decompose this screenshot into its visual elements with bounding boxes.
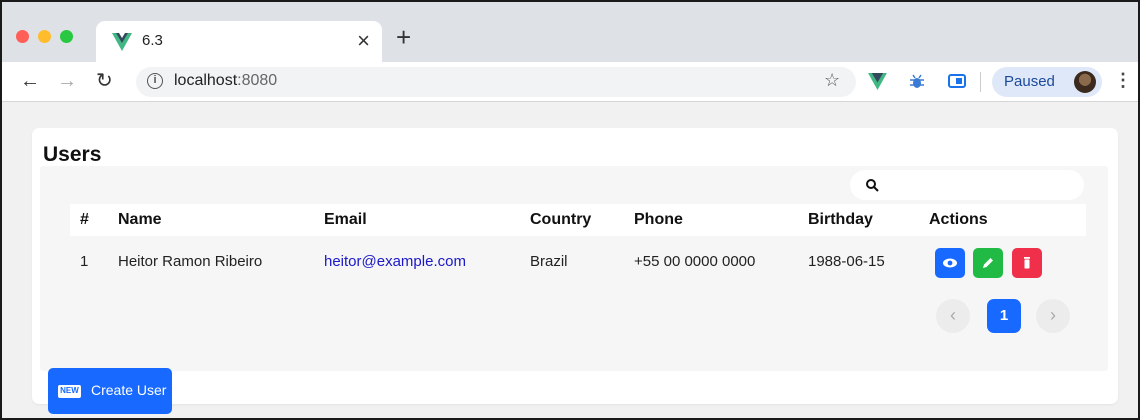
bookmark-star-icon[interactable]: ☆ bbox=[824, 70, 840, 91]
tab-close-icon[interactable]: × bbox=[357, 28, 370, 54]
user-email-link[interactable]: heitor@example.com bbox=[324, 253, 466, 270]
window-controls bbox=[16, 30, 73, 43]
new-tab-button[interactable]: + bbox=[396, 22, 411, 52]
address-bar[interactable]: i localhost:8080 bbox=[136, 67, 856, 97]
tab-title: 6.3 bbox=[142, 32, 163, 49]
table-row: 1 Heitor Ramon Ribeiro heitor@example.co… bbox=[70, 248, 1086, 282]
profile-status: Paused bbox=[1004, 73, 1055, 90]
column-header-email: Email bbox=[324, 211, 367, 228]
page-title: Users bbox=[43, 143, 102, 166]
user-birthday: 1988-06-15 bbox=[808, 253, 885, 270]
edit-user-button[interactable] bbox=[973, 248, 1003, 278]
toolbar-divider bbox=[980, 72, 981, 92]
vue-logo-icon bbox=[112, 33, 132, 51]
reader-extension-icon[interactable] bbox=[948, 73, 966, 89]
column-header-name: Name bbox=[118, 211, 162, 228]
url-host: localhost bbox=[174, 72, 238, 89]
browser-toolbar: ← → ↻ i localhost:8080 ☆ Paused ⋮ bbox=[2, 62, 1138, 102]
more-menu-icon[interactable]: ⋮ bbox=[1114, 70, 1132, 91]
user-country: Brazil bbox=[530, 253, 568, 270]
user-name: Heitor Ramon Ribeiro bbox=[118, 253, 263, 270]
table-panel: # Name Email Country Phone Birthday Acti… bbox=[40, 166, 1108, 371]
search-input[interactable] bbox=[882, 175, 1072, 195]
url-port: :8080 bbox=[237, 72, 278, 89]
vue-devtools-extension-icon[interactable] bbox=[868, 73, 887, 90]
maximize-window-button[interactable] bbox=[60, 30, 73, 43]
view-user-button[interactable] bbox=[935, 248, 965, 278]
tab-strip: 6.3 × + bbox=[2, 2, 1138, 62]
back-arrow-icon[interactable]: ← bbox=[20, 69, 40, 93]
column-header-actions: Actions bbox=[929, 211, 988, 228]
bug-extension-icon[interactable] bbox=[908, 73, 926, 91]
new-badge-icon: NEW bbox=[58, 385, 81, 398]
pagination-page-1[interactable]: 1 bbox=[987, 299, 1021, 333]
create-user-button[interactable]: NEW Create User bbox=[48, 368, 172, 414]
delete-user-button[interactable] bbox=[1012, 248, 1042, 278]
forward-arrow-icon[interactable]: → bbox=[57, 69, 77, 93]
row-number: 1 bbox=[80, 253, 89, 270]
trash-icon bbox=[1024, 257, 1030, 269]
reload-icon[interactable]: ↻ bbox=[96, 69, 113, 93]
close-window-button[interactable] bbox=[16, 30, 29, 43]
browser-tab[interactable]: 6.3 × bbox=[96, 21, 382, 62]
profile-button[interactable]: Paused bbox=[992, 67, 1102, 97]
column-header-country: Country bbox=[530, 211, 592, 228]
url-text[interactable]: localhost:8080 bbox=[174, 72, 277, 90]
column-header-birthday: Birthday bbox=[808, 211, 873, 228]
table-header: # Name Email Country Phone Birthday Acti… bbox=[70, 204, 1086, 236]
info-icon[interactable]: i bbox=[147, 73, 163, 89]
pencil-icon bbox=[983, 258, 993, 268]
search-icon bbox=[866, 179, 879, 192]
avatar bbox=[1074, 71, 1096, 93]
pagination-prev-button[interactable]: ‹ bbox=[936, 299, 970, 333]
column-header-phone: Phone bbox=[634, 211, 683, 228]
eye-icon bbox=[943, 258, 957, 268]
user-phone: +55 00 0000 0000 bbox=[634, 253, 756, 270]
column-header-number: # bbox=[80, 211, 89, 228]
create-user-label: Create User bbox=[91, 382, 167, 398]
minimize-window-button[interactable] bbox=[38, 30, 51, 43]
search-box[interactable] bbox=[850, 170, 1084, 200]
browser-window: 6.3 × + ← → ↻ i localhost:8080 ☆ Paused … bbox=[0, 0, 1140, 420]
pagination-next-button[interactable]: › bbox=[1036, 299, 1070, 333]
users-card: Users # Name Email Country Phone Birthda… bbox=[32, 128, 1118, 404]
